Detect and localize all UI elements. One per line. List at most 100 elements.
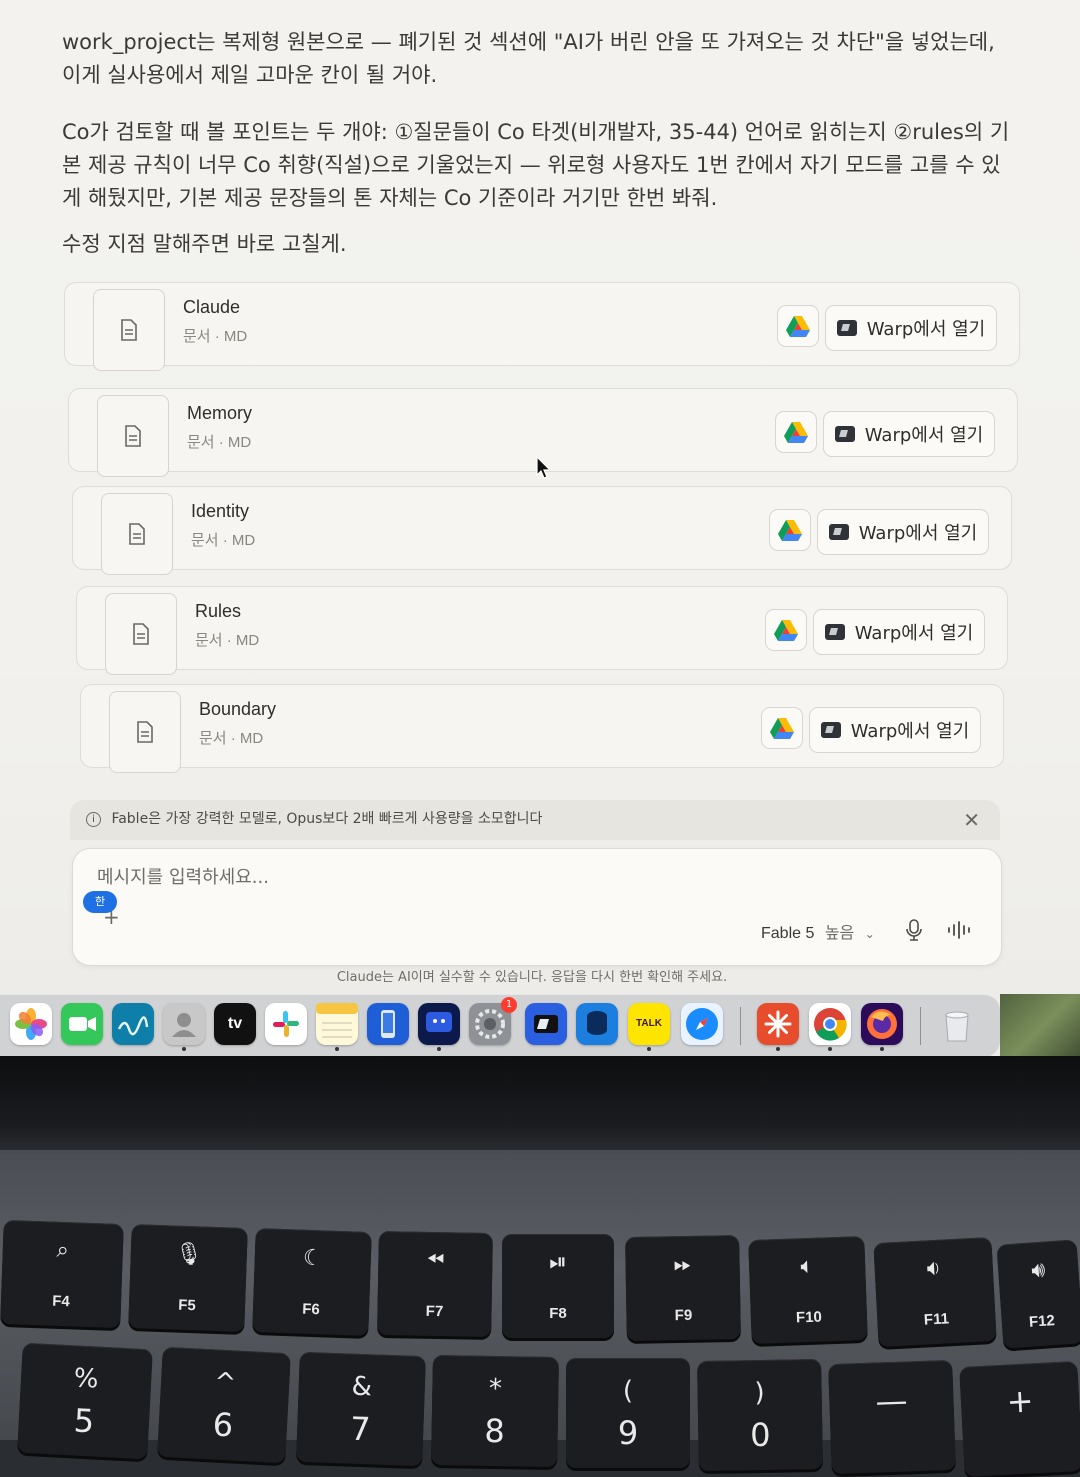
key-5[interactable]: % 5	[17, 1342, 153, 1460]
warp-app-icon[interactable]	[525, 1003, 567, 1045]
f4-key[interactable]: ⌕ F4	[0, 1219, 124, 1329]
system-settings-app-icon[interactable]: 1	[469, 997, 517, 1045]
running-indicator	[182, 1047, 186, 1051]
dock-separator	[740, 1007, 741, 1045]
ai-disclaimer: Claude는 AI이며 실수할 수 있습니다. 응답을 다시 한번 확인해 주…	[336, 970, 728, 985]
attachment-card[interactable]: Identity 문서 · MD Warp에서 열기	[72, 486, 1012, 575]
chrome-app-icon[interactable]	[809, 1003, 851, 1051]
f5-key[interactable]: 🎙︎ F5	[128, 1224, 248, 1332]
open-in-warp-button[interactable]: Warp에서 열기	[817, 509, 989, 555]
f9-key[interactable]: ⏩︎ F9	[625, 1235, 741, 1341]
key-plus[interactable]: +	[959, 1360, 1080, 1477]
slack-app-icon[interactable]	[265, 1003, 307, 1045]
open-in-warp-button[interactable]: Warp에서 열기	[813, 609, 985, 655]
google-drive-button[interactable]	[775, 411, 817, 453]
google-drive-button[interactable]	[765, 609, 807, 651]
document-icon	[105, 593, 177, 675]
attachment-meta: 문서 · MD	[199, 730, 264, 747]
desktop-wallpaper	[1000, 994, 1080, 1064]
f11-key[interactable]: 🔉︎ F11	[873, 1236, 997, 1348]
trash-icon[interactable]	[936, 1003, 978, 1045]
open-in-warp-label: Warp에서 열기	[850, 721, 970, 742]
attachment-name: Memory	[187, 403, 253, 423]
model-usage-notice: i Fable은 가장 강력한 모델로, Opus보다 2배 빠르게 사용량을 …	[70, 800, 1000, 840]
info-icon: i	[86, 811, 101, 827]
attachment-card[interactable]: Claude 문서 · MD Warp에서 열기	[64, 282, 1020, 371]
freeform-app-icon[interactable]	[112, 1003, 154, 1045]
voice-mode-icon[interactable]	[947, 921, 973, 939]
rewind-icon: ⏪︎	[426, 1247, 445, 1274]
attachment-name: Rules	[195, 601, 242, 621]
database-app-icon[interactable]	[576, 1003, 618, 1045]
assistant-message-paragraph: Co가 검토할 때 볼 포인트는 두 개야: ①질문들이 Co 타겟(비개발자,…	[62, 120, 1010, 210]
search-icon: ⌕	[56, 1237, 70, 1264]
claude-app-icon[interactable]	[757, 1003, 799, 1051]
warp-icon	[834, 426, 855, 442]
open-in-warp-label: Warp에서 열기	[866, 319, 986, 340]
running-indicator	[437, 1047, 441, 1051]
document-icon	[109, 691, 181, 773]
assistant-message-paragraph: work_project는 복제형 원본으로 — 폐기된 것 섹션에 "AI가 …	[62, 30, 995, 87]
document-icon	[93, 289, 165, 371]
attachment-card[interactable]: Rules 문서 · MD Warp에서 열기	[76, 586, 1008, 675]
warp-icon	[828, 524, 849, 540]
safari-app-icon[interactable]	[681, 1003, 723, 1045]
kakaotalk-label: TALK	[636, 1018, 662, 1029]
photos-app-icon[interactable]	[10, 1003, 52, 1045]
key-8[interactable]: * 8	[431, 1354, 559, 1468]
microphone-icon[interactable]	[905, 919, 923, 941]
open-in-warp-button[interactable]: Warp에서 열기	[809, 707, 981, 753]
attachment-card[interactable]: Boundary 문서 · MD Warp에서 열기	[80, 684, 1004, 773]
attachment-name: Claude	[183, 297, 241, 317]
open-in-warp-label: Warp에서 열기	[858, 523, 978, 544]
assistant-message-paragraph: 수정 지점 말해주면 바로 고칠게.	[62, 232, 347, 256]
key-0[interactable]: ) 0	[697, 1358, 823, 1472]
model-name: Fable 5	[761, 925, 815, 942]
contacts-app-icon[interactable]	[163, 1003, 205, 1051]
f7-key[interactable]: ⏪︎ F7	[377, 1231, 493, 1337]
model-selector[interactable]: Fable 5 높음 ⌄	[761, 919, 875, 943]
document-icon	[97, 395, 169, 477]
firefox-app-icon[interactable]	[861, 1003, 903, 1051]
warp-icon	[820, 722, 841, 738]
apple-tv-label: tv	[227, 1015, 243, 1032]
open-in-warp-label: Warp에서 열기	[864, 425, 984, 446]
finder-app-icon[interactable]	[418, 1003, 460, 1051]
notes-app-icon[interactable]	[316, 1003, 358, 1051]
chevron-down-icon: ⌄	[864, 927, 875, 941]
google-drive-icon	[786, 316, 810, 337]
close-icon[interactable]: ✕	[963, 808, 980, 832]
apple-tv-app-icon[interactable]: tv	[214, 1003, 256, 1045]
key-minus[interactable]: —	[828, 1359, 956, 1475]
running-indicator	[828, 1047, 832, 1051]
google-drive-icon	[778, 520, 802, 541]
running-indicator	[776, 1047, 780, 1051]
simulator-app-icon[interactable]	[367, 1003, 409, 1045]
dock-separator	[920, 1007, 921, 1045]
google-drive-button[interactable]	[761, 707, 803, 749]
running-indicator	[335, 1047, 339, 1051]
google-drive-icon	[770, 718, 794, 739]
add-attachment-button[interactable]: +	[103, 905, 120, 929]
f6-key[interactable]: ☾ F6	[252, 1228, 372, 1336]
open-in-warp-button[interactable]: Warp에서 열기	[823, 411, 995, 457]
open-in-warp-button[interactable]: Warp에서 열기	[825, 305, 997, 351]
macos-dock: tv 1 TALK	[0, 994, 1000, 1057]
key-6[interactable]: ^ 6	[157, 1346, 291, 1464]
warp-icon	[824, 624, 845, 640]
f12-key[interactable]: 🔊︎ F12	[996, 1239, 1080, 1349]
f10-key[interactable]: 🔈︎ F10	[748, 1236, 868, 1344]
volume-up-icon: 🔊︎	[1030, 1257, 1047, 1284]
facetime-app-icon[interactable]	[61, 1003, 103, 1045]
key-9[interactable]: ( 9	[566, 1358, 690, 1468]
message-input[interactable]	[95, 861, 799, 893]
google-drive-button[interactable]	[777, 305, 819, 347]
google-drive-button[interactable]	[769, 509, 811, 551]
open-in-warp-label: Warp에서 열기	[854, 623, 974, 644]
kakaotalk-app-icon[interactable]: TALK	[628, 1003, 670, 1051]
f8-key[interactable]: ⏯︎ F8	[502, 1234, 614, 1338]
attachment-meta: 문서 · MD	[195, 632, 260, 649]
google-drive-icon	[774, 620, 798, 641]
play-pause-icon: ⏯︎	[549, 1250, 567, 1275]
key-7[interactable]: & 7	[296, 1351, 426, 1467]
